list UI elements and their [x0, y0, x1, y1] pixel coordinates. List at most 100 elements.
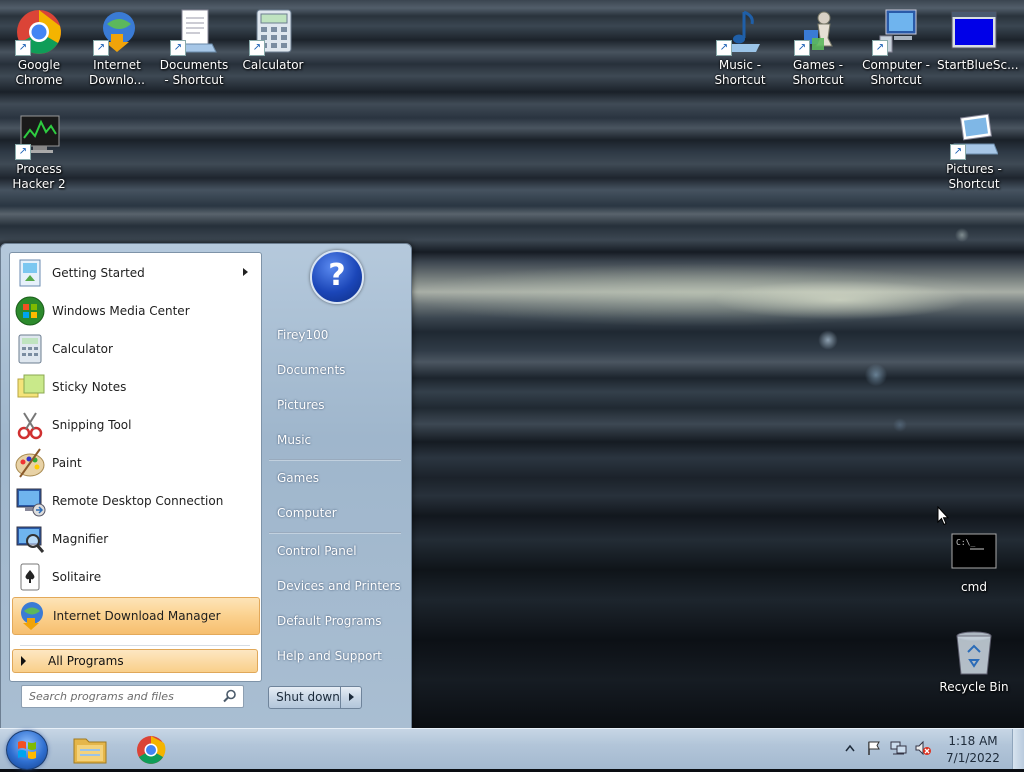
pictures-icon: ↗ [949, 112, 999, 160]
desktop-icon-label: Google Chrome [15, 58, 63, 87]
sticky-notes-icon [14, 371, 46, 403]
taskbar-chrome-button[interactable] [123, 731, 179, 767]
windows-logo-icon [18, 741, 36, 759]
start-item-getting-started[interactable]: Getting Started [12, 255, 258, 291]
desktop-icon-games-shortcut[interactable]: ↗ Games - Shortcut [781, 8, 855, 88]
start-item-remote-desktop-connection[interactable]: Remote Desktop Connection [12, 483, 258, 519]
start-item-label: Sticky Notes [52, 380, 127, 394]
start-menu: Getting Started Windows Media Center Cal… [0, 243, 412, 730]
shortcut-arrow-icon: ↗ [93, 40, 109, 56]
shortcut-arrow-icon: ↗ [950, 144, 966, 160]
blue-screen-icon [950, 8, 998, 56]
start-button[interactable] [6, 730, 48, 770]
getting-started-icon [14, 257, 46, 289]
start-link-computer[interactable]: Computer [269, 498, 403, 528]
remote-desktop-icon [14, 485, 46, 517]
chrome-icon [137, 736, 166, 764]
desktop-icon-label: Calculator [242, 58, 304, 72]
action-center-flag-icon[interactable] [866, 740, 882, 756]
start-search-box[interactable] [21, 685, 244, 708]
desktop-icon-google-chrome[interactable]: ↗ Google Chrome [2, 8, 76, 88]
start-item-solitaire[interactable]: Solitaire [12, 559, 258, 595]
start-item-paint[interactable]: Paint [12, 445, 258, 481]
start-item-label: Getting Started [52, 266, 145, 280]
desktop-icon-music-shortcut[interactable]: ↗ Music - Shortcut [703, 8, 777, 88]
start-item-label: Internet Download Manager [53, 609, 221, 623]
snipping-tool-icon [14, 409, 46, 441]
all-programs-button[interactable]: All Programs [12, 649, 258, 673]
process-hacker-icon: ↗ [15, 112, 63, 160]
start-link-pictures[interactable]: Pictures [269, 390, 403, 420]
desktop-icon-startbluescreen[interactable]: StartBlueSc... [937, 8, 1019, 73]
clock-date[interactable]: 7/1/2022 [938, 751, 1008, 765]
start-item-label: Windows Media Center [52, 304, 190, 318]
start-item-label: Calculator [52, 342, 113, 356]
games-icon: ↗ [794, 8, 842, 56]
start-right-separator [269, 532, 401, 534]
start-link-games[interactable]: Games [269, 463, 403, 493]
desktop-icon-label: Music - Shortcut [714, 58, 766, 87]
desktop-icon-computer-shortcut[interactable]: ↗ Computer - Shortcut [859, 8, 933, 88]
shortcut-arrow-icon: ↗ [794, 40, 810, 56]
show-hidden-icon[interactable] [845, 744, 855, 752]
chrome-icon: ↗ [15, 8, 63, 56]
desktop-icon-label: Games - Shortcut [792, 58, 844, 87]
desktop-icon-pictures-shortcut[interactable]: ↗ Pictures - Shortcut [937, 112, 1011, 192]
mouse-cursor-icon [937, 506, 949, 526]
shutdown-button[interactable]: Shut down [268, 686, 348, 709]
start-right-separator [269, 459, 401, 461]
search-icon[interactable] [223, 689, 237, 703]
network-icon[interactable] [890, 740, 908, 756]
desktop-icon-cmd[interactable]: C:\_ cmd [937, 530, 1011, 595]
calculator-icon: ↗ [249, 8, 297, 56]
start-menu-separator [20, 645, 250, 646]
start-item-label: Paint [52, 456, 82, 470]
computer-icon: ↗ [872, 8, 920, 56]
paint-icon [14, 447, 46, 479]
all-programs-label: All Programs [48, 654, 124, 668]
search-input[interactable] [27, 689, 221, 704]
desktop-icon-documents-shortcut[interactable]: ↗ Documents - Shortcut [157, 8, 231, 88]
start-item-internet-download-manager[interactable]: Internet Download Manager [12, 597, 260, 635]
clock-time[interactable]: 1:18 AM [938, 734, 1008, 748]
shortcut-arrow-icon: ↗ [249, 40, 265, 56]
desktop-icon-internet-download-manager[interactable]: ↗ Internet Downlo... [80, 8, 154, 88]
desktop-icon-label: Computer - Shortcut [862, 58, 930, 87]
idm-icon [15, 600, 47, 632]
start-item-snipping-tool[interactable]: Snipping Tool [12, 407, 258, 443]
help-orb-icon: ? [310, 250, 364, 304]
magnifier-icon [14, 523, 46, 555]
show-desktop-button[interactable] [1012, 729, 1024, 769]
start-link-devices-and-printers[interactable]: Devices and Printers [269, 571, 403, 601]
taskbar-explorer-button[interactable] [62, 731, 118, 767]
start-menu-programs-pane: Getting Started Windows Media Center Cal… [9, 252, 262, 682]
start-item-magnifier[interactable]: Magnifier [12, 521, 258, 557]
desktop-icon-label: Pictures - Shortcut [946, 162, 1002, 191]
svg-text:C:\_: C:\_ [956, 538, 975, 547]
volume-muted-icon[interactable] [914, 740, 932, 756]
start-item-label: Snipping Tool [52, 418, 132, 432]
explorer-icon [73, 738, 107, 764]
start-item-sticky-notes[interactable]: Sticky Notes [12, 369, 258, 405]
recycle-bin-icon [950, 630, 998, 678]
documents-icon: ↗ [170, 8, 218, 56]
desktop-icon-label: StartBlueSc... [937, 58, 1019, 72]
start-link-default-programs[interactable]: Default Programs [269, 606, 403, 636]
start-link-music[interactable]: Music [269, 425, 403, 455]
start-link-control-panel[interactable]: Control Panel [269, 536, 403, 566]
start-item-windows-media-center[interactable]: Windows Media Center [12, 293, 258, 329]
start-link-documents[interactable]: Documents [269, 355, 403, 385]
start-link-help-and-support[interactable]: Help and Support [269, 641, 403, 671]
chevron-right-icon [349, 693, 354, 701]
desktop-icon-label: Documents - Shortcut [159, 58, 229, 87]
start-link-user[interactable]: Firey100 [269, 320, 403, 350]
shortcut-arrow-icon: ↗ [15, 144, 31, 160]
desktop-icon-label: Internet Downlo... [89, 58, 145, 87]
desktop-icon-process-hacker[interactable]: ↗ Process Hacker 2 [2, 112, 76, 192]
shortcut-arrow-icon: ↗ [15, 40, 31, 56]
submenu-arrow-icon [243, 268, 248, 276]
shutdown-options-button[interactable] [340, 686, 362, 709]
desktop-icon-recycle-bin[interactable]: Recycle Bin [937, 630, 1011, 695]
desktop-icon-calculator[interactable]: ↗ Calculator [236, 8, 310, 73]
start-item-calculator[interactable]: Calculator [12, 331, 258, 367]
